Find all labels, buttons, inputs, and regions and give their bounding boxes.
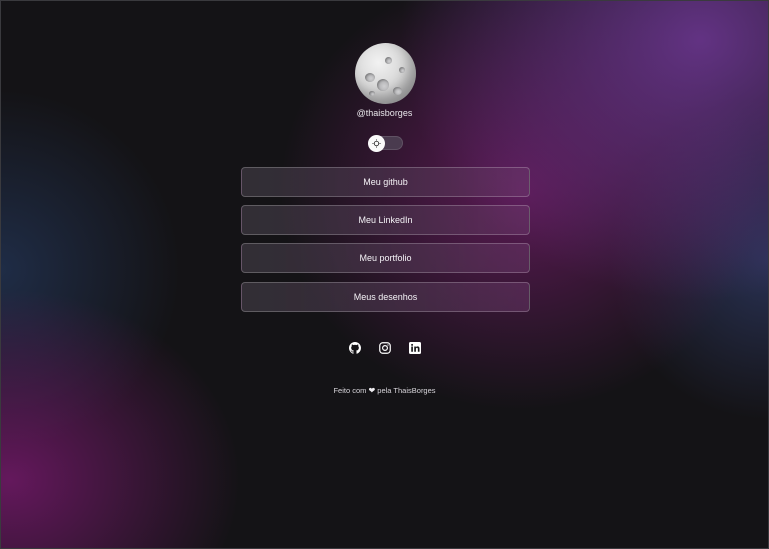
linktree-page: @thaisborges Meu github Meu LinkedIn Meu… [0,0,769,549]
instagram-icon[interactable] [379,342,391,354]
github-link-button[interactable]: Meu github [241,167,530,197]
crater-shape [369,91,375,96]
linkedin-icon[interactable] [409,342,421,354]
linkedin-link-button[interactable]: Meu LinkedIn [241,205,530,235]
footer-prefix: Feito com [333,386,367,395]
crater-shape [385,57,392,64]
drawings-link-button[interactable]: Meus desenhos [241,282,530,312]
github-icon[interactable] [349,342,361,354]
theme-toggle[interactable] [368,135,403,152]
sun-icon [368,135,385,152]
portfolio-link-button[interactable]: Meu portfolio [241,243,530,273]
footer-credit: Feito com ❤ pela ThaisBorges [0,386,769,395]
crater-shape [377,79,389,91]
username-label: @thaisborges [356,108,413,118]
moon-avatar [355,43,416,104]
crater-shape [393,87,402,95]
crater-shape [365,73,375,82]
footer-suffix: pela ThaisBorges [377,386,436,395]
heart-icon: ❤ [368,386,376,395]
crater-shape [399,67,405,73]
